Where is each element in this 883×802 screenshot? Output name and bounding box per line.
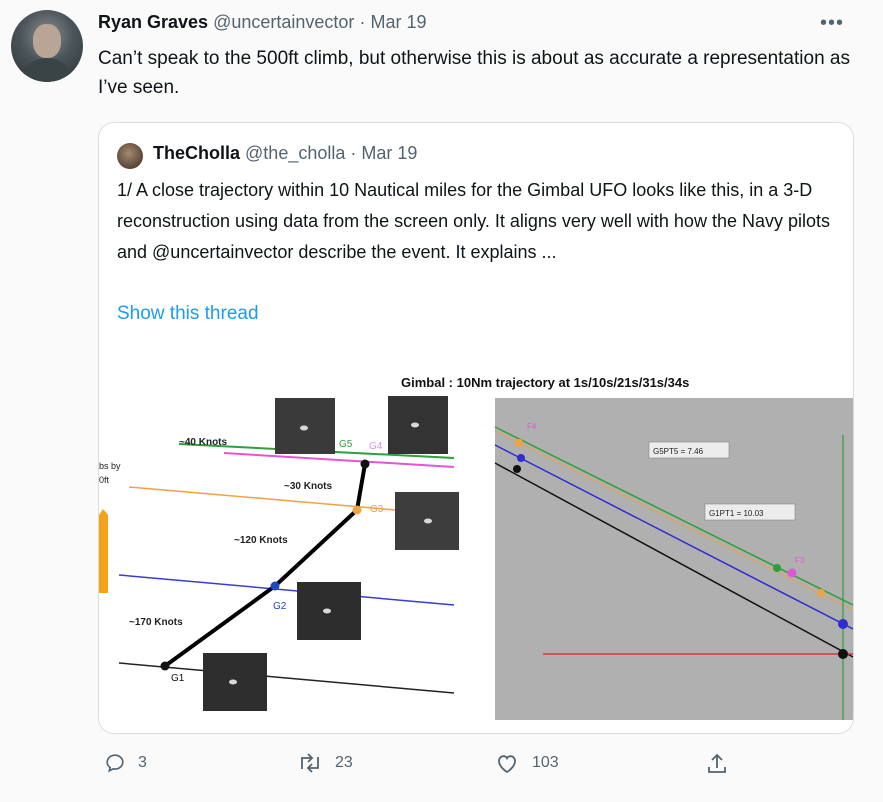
quoted-date[interactable]: Mar 19	[361, 143, 417, 163]
speed-label-40: ~40 Knots	[179, 437, 228, 448]
author-avatar[interactable]	[11, 10, 83, 82]
more-options-icon[interactable]: •••	[820, 12, 844, 35]
line-black	[118, 662, 455, 694]
figure-title: Gimbal : 10Nm trajectory at 1s/10s/21s/3…	[401, 375, 689, 390]
label-g4: G4	[369, 441, 383, 452]
retweet-count: 23	[335, 754, 353, 771]
speed-label-30: ~30 Knots	[284, 481, 333, 492]
trajectory-figure[interactable]: Gimbal : 10Nm trajectory at 1s/10s/21s/3…	[99, 365, 853, 733]
label-f3: F3	[795, 556, 805, 565]
share-button[interactable]	[706, 752, 728, 776]
heart-icon	[498, 755, 516, 774]
quoted-author-avatar[interactable]	[117, 143, 143, 169]
label-g3: G3	[370, 504, 384, 515]
quoted-author-name[interactable]: TheCholla	[153, 143, 240, 163]
action-bar: 3 23 103	[0, 752, 883, 780]
speed-label-120: ~120 Knots	[234, 535, 288, 546]
reply-button[interactable]: 3	[104, 752, 147, 774]
author-handle[interactable]: @uncertainvector	[213, 12, 354, 32]
retweet-icon	[301, 753, 319, 773]
orange-arrow-shaft	[99, 515, 108, 593]
figure-svg: Gimbal : 10Nm trajectory at 1s/10s/21s/3…	[99, 375, 853, 720]
ir-thumbnail-g1	[203, 653, 267, 711]
quoted-header: TheCholla @the_cholla · Mar 19	[153, 143, 417, 164]
right-panel: G5PT5 = 7.46 G1PT1 = 10.03 F4 F3	[494, 398, 853, 720]
quoted-author-handle[interactable]: @the_cholla	[245, 143, 345, 163]
reply-icon	[106, 754, 124, 773]
label-g5: G5	[339, 439, 353, 450]
label-g1pt1: G1PT1 = 10.03	[709, 509, 764, 518]
ir-thumbnail-g4	[388, 396, 448, 454]
author-name[interactable]: Ryan Graves	[98, 12, 208, 32]
like-button[interactable]: 103	[494, 752, 559, 774]
ir-thumbnail-g3	[395, 492, 459, 550]
label-f4: F4	[527, 422, 537, 431]
label-g1: G1	[171, 673, 185, 684]
point-g5	[360, 459, 370, 469]
point-g2	[270, 581, 280, 591]
tweet-date[interactable]: Mar 19	[370, 12, 426, 32]
ir-thumbnail-g5	[275, 398, 335, 454]
ir-thumbnail-g2	[297, 582, 361, 640]
line-magenta	[223, 452, 455, 468]
line-blue	[118, 574, 455, 606]
reply-count: 3	[138, 754, 147, 771]
speed-label-170: ~170 Knots	[129, 617, 183, 628]
avatar-shoulders	[19, 58, 75, 82]
like-count: 103	[532, 754, 559, 771]
point-g3	[352, 505, 362, 515]
avatar-face	[33, 24, 61, 58]
edge-label-1: bs by	[99, 461, 121, 471]
show-thread-link[interactable]: Show this thread	[117, 303, 259, 325]
label-g5pt5: G5PT5 = 7.46	[653, 447, 704, 456]
retweet-button[interactable]: 23	[297, 752, 353, 774]
quoted-text: 1/ A close trajectory within 10 Nautical…	[117, 180, 830, 262]
tweet-header: Ryan Graves @uncertainvector · Mar 19	[98, 12, 427, 33]
share-icon	[708, 753, 726, 773]
tweet-text: Can’t speak to the 500ft climb, but othe…	[98, 48, 850, 98]
header-separator: ·	[359, 12, 366, 32]
label-g2: G2	[273, 601, 287, 612]
orange-arrow-head	[99, 509, 108, 515]
quoted-separator: ·	[350, 143, 357, 163]
edge-label-2: 0ft	[99, 475, 110, 485]
left-panel: bs by 0ft G1 G2 G3 G4 G5 ~40 Knots ~30 K…	[99, 396, 459, 711]
quoted-tweet[interactable]: TheCholla @the_cholla · Mar 19 1/ A clos…	[98, 122, 854, 734]
point-g1	[160, 661, 170, 671]
